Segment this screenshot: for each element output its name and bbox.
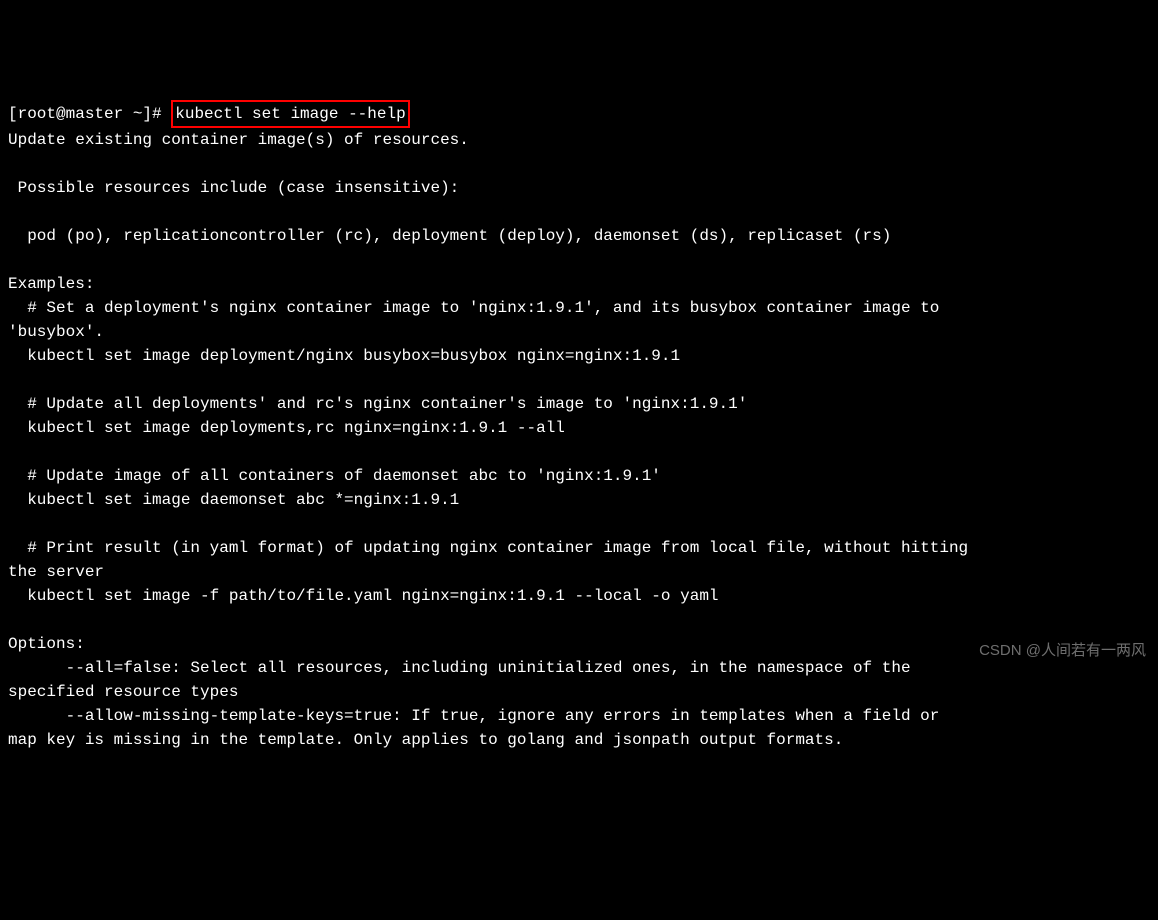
output-line: Update existing container image(s) of re…	[8, 131, 469, 149]
example-command: kubectl set image deployments,rc nginx=n…	[8, 419, 565, 437]
option-line: --allow-missing-template-keys=true: If t…	[8, 707, 939, 749]
watermark: CSDN @人间若有一两风	[979, 640, 1146, 663]
example-command: kubectl set image deployment/nginx busyb…	[8, 347, 680, 365]
examples-header: Examples:	[8, 275, 94, 293]
example-command: kubectl set image daemonset abc *=nginx:…	[8, 491, 459, 509]
option-line: --all=false: Select all resources, inclu…	[8, 659, 911, 701]
example-comment: # Print result (in yaml format) of updat…	[8, 539, 968, 581]
example-comment: # Set a deployment's nginx container ima…	[8, 299, 939, 341]
output-line: pod (po), replicationcontroller (rc), de…	[8, 227, 891, 245]
output-line: Possible resources include (case insensi…	[8, 179, 459, 197]
shell-prompt: [root@master ~]#	[8, 105, 171, 123]
example-comment: # Update image of all containers of daem…	[8, 467, 661, 485]
highlighted-command: kubectl set image --help	[171, 100, 409, 128]
options-header: Options:	[8, 635, 85, 653]
example-command: kubectl set image -f path/to/file.yaml n…	[8, 587, 719, 605]
example-comment: # Update all deployments' and rc's nginx…	[8, 395, 747, 413]
